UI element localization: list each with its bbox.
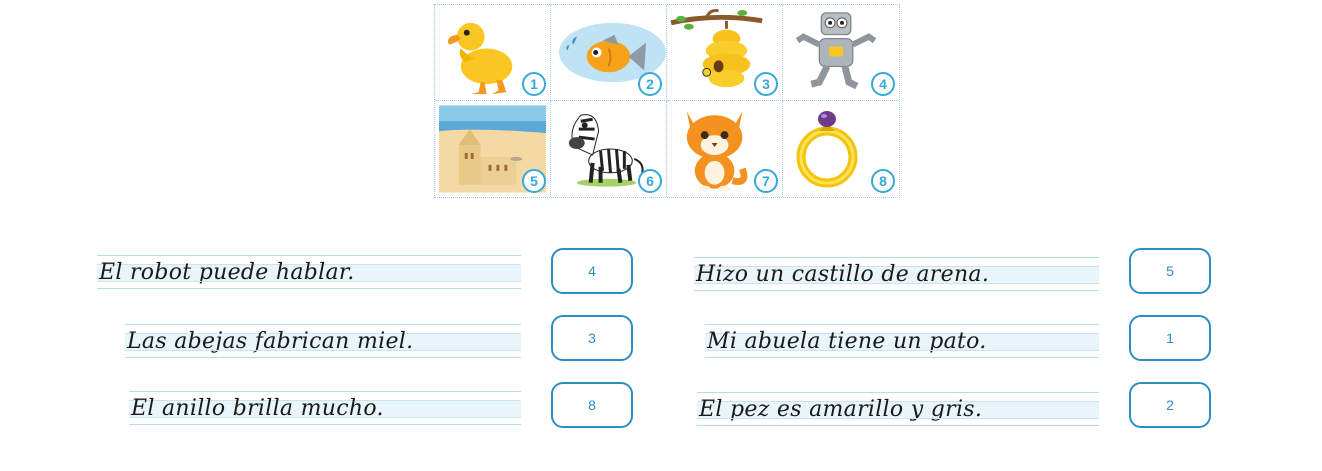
picture-grid: 1 2 3 4 5 6 7 8 bbox=[434, 4, 900, 198]
sentence-text: Hizo un castillo de arena. bbox=[696, 262, 990, 287]
writing-line: El anillo brilla mucho. bbox=[129, 391, 521, 425]
writing-line: El pez es amarillo y gris. bbox=[697, 392, 1099, 426]
picture-cell-fish: 2 bbox=[551, 5, 667, 101]
sentence-text: Mi abuela tiene un pato. bbox=[707, 329, 987, 354]
picture-number: 2 bbox=[638, 72, 662, 96]
answer-box[interactable]: 1 bbox=[1129, 315, 1211, 361]
sentence-text: El pez es amarillo y gris. bbox=[699, 397, 983, 422]
picture-cell-sandcastle: 5 bbox=[435, 101, 551, 197]
sentence-text: El robot puede hablar. bbox=[99, 260, 355, 285]
picture-number: 6 bbox=[638, 169, 662, 193]
picture-cell-beehive: 3 bbox=[667, 5, 783, 101]
sentence-text: El anillo brilla mucho. bbox=[131, 396, 384, 421]
answer-box[interactable]: 3 bbox=[551, 315, 633, 361]
picture-cell-ring: 8 bbox=[783, 101, 899, 197]
writing-line: Hizo un castillo de arena. bbox=[694, 257, 1099, 291]
picture-number: 8 bbox=[871, 169, 895, 193]
writing-line: Mi abuela tiene un pato. bbox=[705, 324, 1099, 358]
picture-number: 7 bbox=[754, 169, 778, 193]
sentence-text: Las abejas fabrican miel. bbox=[127, 329, 414, 354]
answer-box[interactable]: 5 bbox=[1129, 248, 1211, 294]
writing-line: Las abejas fabrican miel. bbox=[125, 324, 521, 358]
picture-cell-duck: 1 bbox=[435, 5, 551, 101]
picture-number: 5 bbox=[522, 169, 546, 193]
picture-cell-cat: 7 bbox=[667, 101, 783, 197]
picture-number: 4 bbox=[871, 72, 895, 96]
writing-line: El robot puede hablar. bbox=[97, 255, 521, 289]
answer-box[interactable]: 8 bbox=[551, 382, 633, 428]
answer-box[interactable]: 2 bbox=[1129, 382, 1211, 428]
answer-box[interactable]: 4 bbox=[551, 248, 633, 294]
picture-cell-zebra: 6 bbox=[551, 101, 667, 197]
picture-cell-robot: 4 bbox=[783, 5, 899, 101]
picture-number: 3 bbox=[754, 72, 778, 96]
picture-number: 1 bbox=[522, 72, 546, 96]
